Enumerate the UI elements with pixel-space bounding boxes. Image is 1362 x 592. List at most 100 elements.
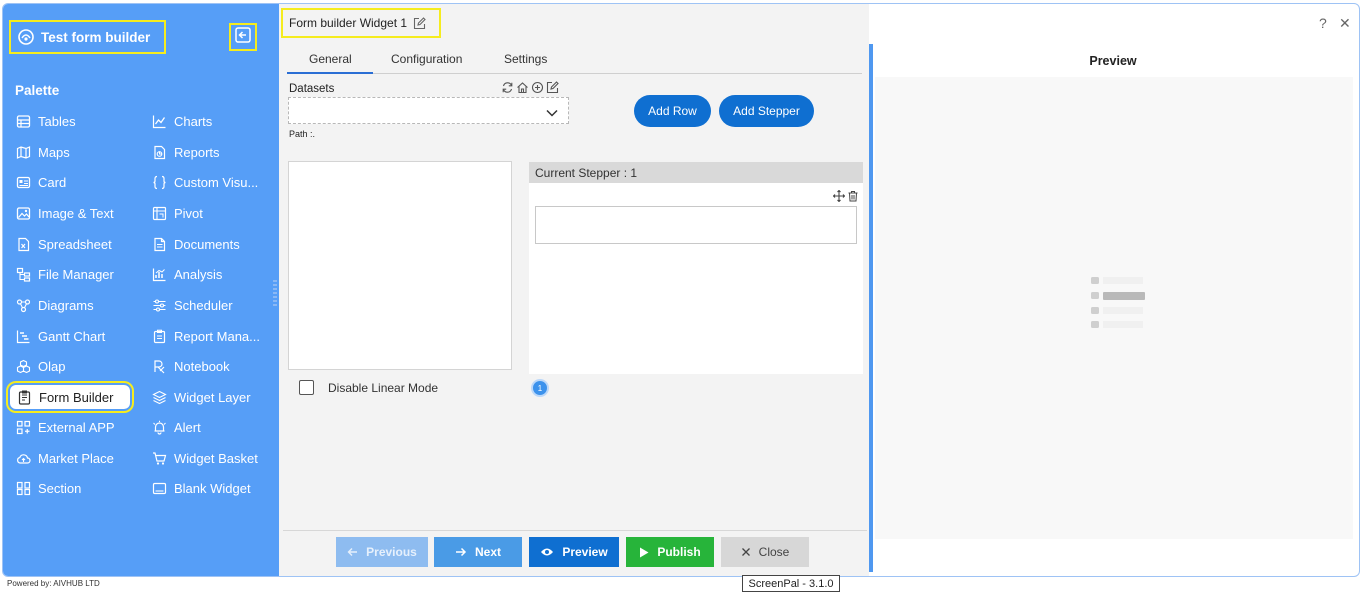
palette-item-label: Notebook [174, 358, 230, 374]
palette-item-section[interactable]: Section [15, 476, 81, 500]
widget-title[interactable]: Form builder Widget 1 [281, 8, 441, 38]
next-button[interactable]: Next [434, 537, 522, 567]
datasets-select[interactable] [288, 97, 569, 124]
palette-item-label: Spreadsheet [38, 236, 112, 252]
blank-widget-icon [151, 480, 167, 496]
publish-button[interactable]: Publish [626, 537, 714, 567]
palette-item-market-place[interactable]: Market Place [15, 446, 114, 470]
trash-icon[interactable] [847, 189, 859, 207]
palette-item-label: Reports [174, 144, 220, 160]
palette-item-gantt-chart[interactable]: Gantt Chart [15, 324, 105, 348]
palette-item-external-app[interactable]: External APP [15, 415, 115, 439]
palette-item-tables[interactable]: Tables [15, 109, 76, 133]
datasets-label: Datasets [289, 83, 335, 95]
palette-item-pivot[interactable]: Pivot [151, 201, 203, 225]
app-title-text: Test form builder [41, 29, 151, 45]
previous-button[interactable]: Previous [336, 537, 428, 567]
chevron-down-icon [546, 105, 558, 123]
window-close-icon[interactable]: ✕ [1339, 15, 1351, 32]
preview-button[interactable]: Preview [529, 537, 619, 567]
palette-item-alert[interactable]: Alert [151, 415, 201, 439]
section-grid-icon [15, 480, 31, 496]
palette-item-label: Widget Basket [174, 450, 258, 466]
collapse-sidebar-button[interactable] [229, 23, 257, 51]
palette-item-widget-layer[interactable]: Widget Layer [151, 385, 251, 409]
previous-label: Previous [366, 545, 417, 559]
palette-item-label: Diagrams [38, 297, 94, 313]
palette-item-label: Gantt Chart [38, 328, 106, 344]
edit-title-icon[interactable] [413, 16, 426, 30]
palette-item-image-text[interactable]: Image & Text [15, 201, 114, 225]
sidebar: Test form builder Palette Tables Maps Ca… [3, 4, 279, 576]
palette-item-maps[interactable]: Maps [15, 140, 70, 164]
palette-item-label: Alert [174, 419, 201, 435]
palette-item-file-manager[interactable]: File Manager [15, 262, 114, 286]
palette-item-card[interactable]: Card [15, 170, 66, 194]
disable-linear-mode-row: Disable Linear Mode [299, 380, 438, 395]
editor-panel: Form builder Widget 1 General Configurat… [279, 4, 869, 576]
palette-item-spreadsheet[interactable]: Spreadsheet [15, 232, 112, 256]
palette-item-label: Blank Widget [174, 480, 251, 496]
add-row-button[interactable]: Add Row [634, 95, 711, 127]
palette-item-reports[interactable]: Reports [151, 140, 220, 164]
palette-item-blank-widget[interactable]: Blank Widget [151, 476, 251, 500]
add-stepper-button[interactable]: Add Stepper [719, 95, 814, 127]
palette-item-label: Documents [174, 236, 240, 252]
publish-label: Publish [657, 545, 701, 559]
palette-item-olap[interactable]: Olap [15, 354, 65, 378]
tab-settings[interactable]: Settings [504, 52, 547, 66]
palette-item-analysis[interactable]: Analysis [151, 262, 222, 286]
app-title[interactable]: Test form builder [9, 20, 166, 54]
step-indicator[interactable]: 1 [531, 379, 549, 397]
stepper-drop-zone[interactable] [535, 206, 857, 244]
sliders-icon [151, 297, 167, 313]
palette-item-charts[interactable]: Charts [151, 109, 212, 133]
stepper-panel: Current Stepper : 1 [529, 162, 863, 374]
move-icon[interactable] [832, 189, 846, 207]
palette-item-label: Olap [38, 358, 66, 374]
image-icon [15, 205, 31, 221]
palette-item-label: Section [38, 480, 82, 496]
palette-item-label: Image & Text [38, 205, 114, 221]
file-tree-icon [15, 266, 31, 282]
report-icon [151, 144, 167, 160]
palette-item-custom-visual[interactable]: Custom Visu... [151, 170, 258, 194]
sidebar-resize-handle[interactable] [273, 280, 277, 306]
palette-item-label: Tables [38, 113, 76, 129]
palette-item-label: Card [38, 174, 67, 190]
palette-item-label: Analysis [174, 266, 223, 282]
palette-item-notebook[interactable]: Notebook [151, 354, 230, 378]
footer-divider [283, 530, 867, 531]
tab-general[interactable]: General [309, 52, 352, 66]
palette-item-label: Pivot [174, 205, 203, 221]
palette-item-label: Scheduler [174, 297, 233, 313]
help-icon[interactable]: ? [1319, 15, 1327, 31]
preview-title: Preview [1089, 54, 1137, 68]
close-label: Close [758, 545, 790, 559]
disable-linear-mode-checkbox[interactable] [299, 380, 314, 395]
document-icon [151, 236, 167, 252]
powered-by: Powered by: AIVHUB LTD [7, 579, 100, 588]
app-logo-icon [17, 28, 35, 46]
palette-item-label: Report Mana... [174, 328, 260, 344]
close-button[interactable]: Close [721, 537, 809, 567]
palette-item-form-builder[interactable]: Form Builder [6, 381, 134, 413]
palette-item-widget-basket[interactable]: Widget Basket [151, 446, 258, 470]
widget-title-text: Form builder Widget 1 [289, 16, 408, 30]
clipboard-report-icon [151, 328, 167, 344]
screenpal-overlay: ScreenPal - 3.1.0 [742, 575, 840, 592]
palette-item-report-manager[interactable]: Report Mana... [151, 324, 260, 348]
spreadsheet-icon [15, 236, 31, 252]
next-label: Next [474, 545, 501, 559]
active-tab-indicator [287, 72, 373, 74]
palette-item-diagrams[interactable]: Diagrams [15, 293, 94, 317]
close-icon [741, 547, 751, 557]
stepper-tools [832, 189, 859, 207]
path-label: Path :. [289, 129, 316, 139]
tab-configuration[interactable]: Configuration [391, 52, 462, 66]
bell-icon [151, 419, 167, 435]
palette-item-documents[interactable]: Documents [151, 232, 240, 256]
tab-bar: General Configuration Settings [287, 48, 862, 74]
palette-item-scheduler[interactable]: Scheduler [151, 293, 233, 317]
preview-canvas [875, 77, 1353, 539]
